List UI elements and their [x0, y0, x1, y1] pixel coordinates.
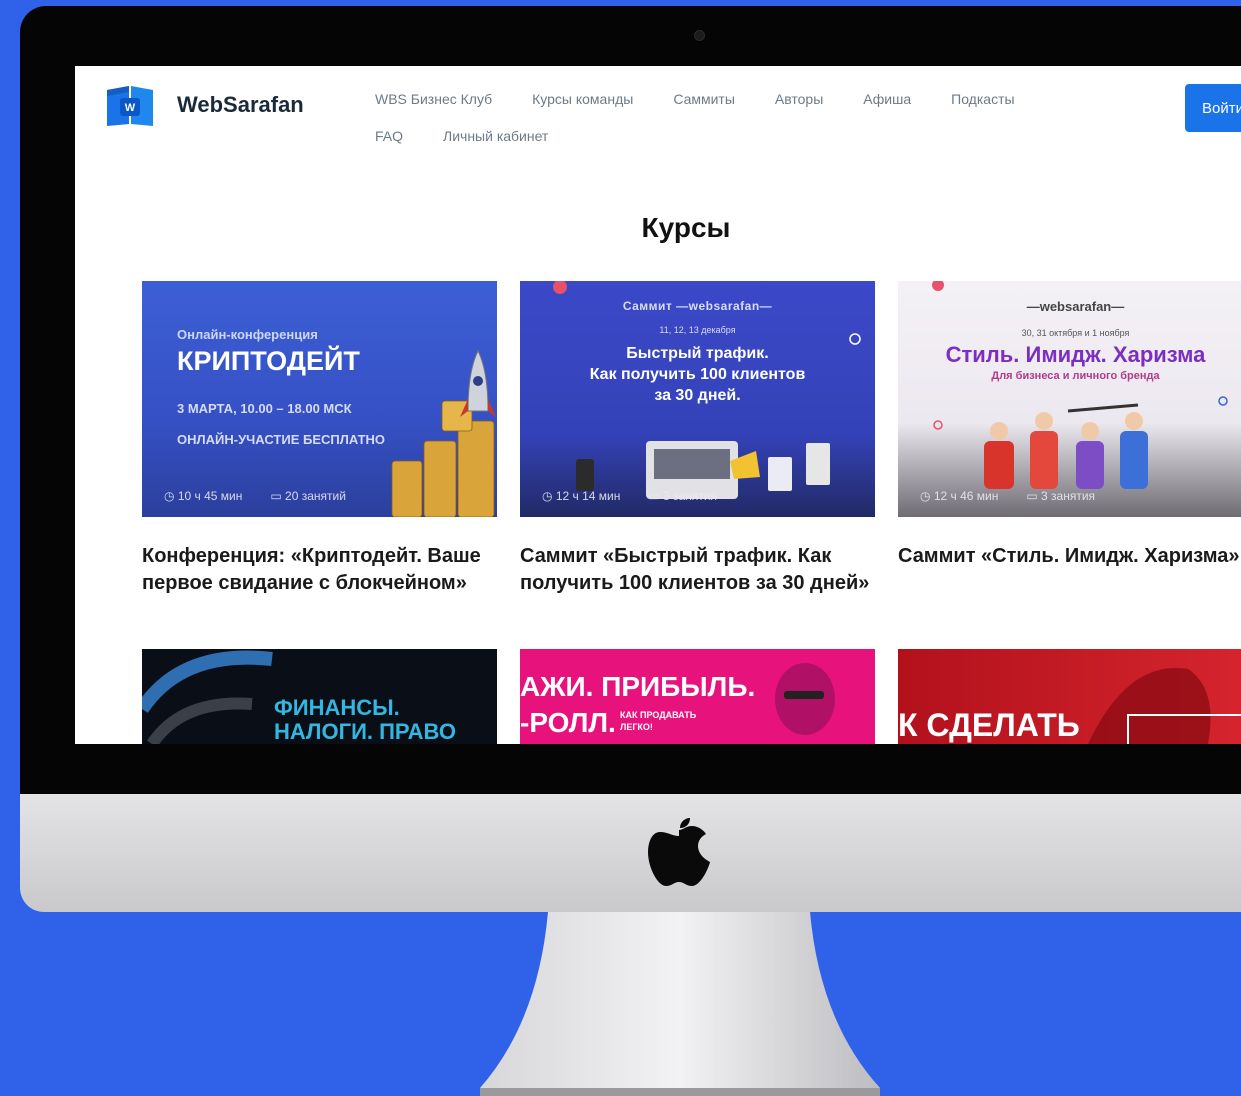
banner-small-2: ЛЕГКО!	[620, 722, 653, 732]
banner-small-1: КАК ПРОДАВАТЬ	[620, 710, 697, 720]
course-thumbnail: —websarafan— 30, 31 октября и 1 ноября С…	[898, 281, 1241, 517]
course-card-fast-traffic[interactable]: Саммит —websarafan— 11, 12, 13 декабря Б…	[520, 281, 875, 597]
clock-icon: ◷	[920, 489, 931, 503]
clock-icon: ◷	[542, 489, 553, 503]
nav-link-podcasts[interactable]: Подкасты	[951, 91, 1014, 107]
card-kicker: Саммит —websarafan—	[622, 299, 773, 313]
banner-line-1: К СДЕЛАТЬ	[898, 707, 1080, 743]
card-kicker: —websarafan—	[1026, 299, 1125, 314]
nav-link-afisha[interactable]: Афиша	[863, 91, 911, 107]
nav-link-faq[interactable]: FAQ	[375, 128, 403, 144]
card-lessons: 20 занятий	[285, 489, 346, 503]
card-headline-3: за 30 дней.	[654, 387, 741, 404]
course-card-cryptodate[interactable]: Онлайн-конференция КРИПТОДЕЙТ 3 МАРТА, 1…	[142, 281, 497, 597]
card-duration: 10 ч 45 мин	[177, 489, 243, 503]
browser-page: W WebSarafan WBS Бизнес Клуб Курсы коман…	[75, 66, 1241, 744]
book-icon: ▭	[1026, 489, 1038, 503]
card-date-line: 3 МАРТА, 10.00 – 18.00 МСК	[177, 401, 352, 416]
course-banner-how-to[interactable]: К СДЕЛАТЬ	[898, 649, 1241, 744]
card-meta: ◷ 12 ч 14 мин ▭ 3 занятия	[542, 489, 717, 503]
card-title[interactable]: Саммит «Быстрый трафик. Как получить 100…	[520, 543, 875, 597]
card-lessons: 3 занятия	[663, 489, 718, 503]
course-card-style-image[interactable]: —websarafan— 30, 31 октября и 1 ноября С…	[898, 281, 1241, 570]
card-subline: Для бизнеса и личного бренда	[991, 370, 1160, 382]
login-button[interactable]: Войти	[1185, 84, 1241, 132]
card-headline-1: Быстрый трафик.	[626, 345, 769, 362]
monitor-chin	[20, 794, 1241, 912]
nav-row-2: FAQ Личный кабинет	[375, 117, 1135, 154]
nav-link-wbs-club[interactable]: WBS Бизнес Клуб	[375, 91, 492, 107]
brand-name: WebSarafan	[177, 92, 304, 117]
course-thumbnail: Онлайн-конференция КРИПТОДЕЙТ 3 МАРТА, 1…	[142, 281, 497, 517]
main-nav: WBS Бизнес Клуб Курсы команды Саммиты Ав…	[375, 80, 1135, 154]
card-title[interactable]: Саммит «Стиль. Имидж. Харизма»	[898, 543, 1241, 570]
card-headline: Стиль. Имидж. Харизма	[945, 342, 1206, 367]
course-thumbnail: Саммит —websarafan— 11, 12, 13 декабря Б…	[520, 281, 875, 517]
card-access-line: ОНЛАЙН-УЧАСТИЕ БЕСПЛАТНО	[177, 432, 386, 447]
card-headline-2: Как получить 100 клиентов	[589, 366, 806, 383]
card-lessons: 3 занятия	[1041, 489, 1096, 503]
figure-image	[1088, 667, 1241, 744]
speaker-photo	[775, 663, 835, 735]
logo-letter: W	[125, 102, 136, 114]
site-logo[interactable]: W WebSarafan	[105, 82, 304, 128]
card-dates: 30, 31 октября и 1 ноября	[1021, 328, 1130, 338]
card-title[interactable]: Конференция: «Криптодейт. Ваше первое св…	[142, 543, 497, 597]
card-kicker: Онлайн-конференция	[177, 327, 318, 342]
banner-line-1: АЖИ. ПРИБЫЛЬ.	[520, 671, 756, 702]
apple-logo-icon	[648, 818, 710, 886]
course-banner-sales[interactable]: АЖИ. ПРИБЫЛЬ. -РОЛЛ. КАК ПРОДАВАТЬ ЛЕГКО…	[520, 649, 875, 744]
banner-line-2: НАЛОГИ. ПРАВО	[274, 719, 456, 744]
nav-link-authors[interactable]: Авторы	[775, 91, 823, 107]
course-banner-finance[interactable]: ФИНАНСЫ. НАЛОГИ. ПРАВО	[142, 649, 497, 744]
nav-link-summits[interactable]: Саммиты	[673, 91, 735, 107]
card-meta: ◷ 10 ч 45 мин ▭ 20 занятий	[164, 489, 346, 503]
card-dates: 11, 12, 13 декабря	[659, 325, 736, 335]
book-icon: ▭	[648, 489, 660, 503]
card-meta: ◷ 12 ч 46 мин ▭ 3 занятия	[920, 489, 1095, 503]
monitor-stand	[480, 912, 880, 1096]
card-duration: 12 ч 46 мин	[933, 489, 999, 503]
nav-link-account[interactable]: Личный кабинет	[443, 128, 548, 144]
nav-link-team-courses[interactable]: Курсы команды	[532, 91, 633, 107]
camera-dot	[694, 30, 705, 41]
page-title: Курсы	[641, 212, 731, 243]
clock-icon: ◷	[164, 489, 175, 503]
nav-row-1: WBS Бизнес Клуб Курсы команды Саммиты Ав…	[375, 80, 1135, 117]
logo-book-icon: W	[105, 82, 155, 128]
card-headline: КРИПТОДЕЙТ	[177, 346, 360, 376]
card-duration: 12 ч 14 мин	[555, 489, 621, 503]
banner-line-1: ФИНАНСЫ.	[274, 695, 400, 720]
book-icon: ▭	[270, 489, 282, 503]
banner-line-2: -РОЛЛ.	[520, 707, 616, 738]
